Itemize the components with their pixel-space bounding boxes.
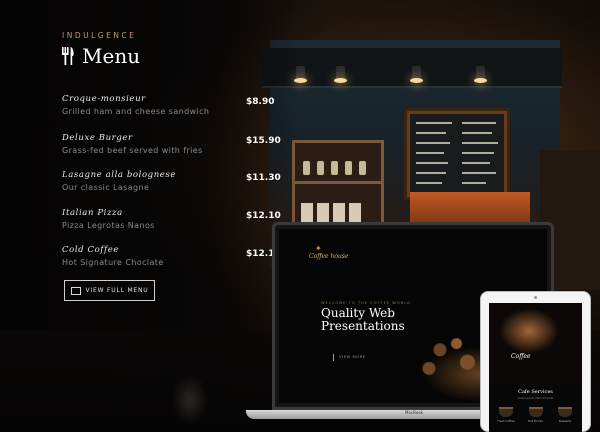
menu-item: Deluxe Burger Grass-fed beef served with… — [62, 133, 274, 155]
tablet-display: Coffee Cafe Services Lorem ipsum dolor s… — [489, 303, 582, 432]
menu-item-description: Pizza Legrotas Nanos — [62, 221, 155, 230]
menu-item: Lasagne alla bolognese Our classic Lasag… — [62, 170, 274, 192]
steam-decoration — [150, 360, 230, 432]
laptop-cta: VIEW MORE — [333, 354, 366, 361]
service-card: Desserts — [554, 407, 576, 423]
menu-item-price: $11.30 — [246, 173, 281, 183]
menu-item-description: Our classic Lasagne — [62, 183, 150, 192]
tablet-section-title: Cafe Services — [518, 389, 553, 395]
tablet-service-cards: Fresh Coffee Hot Drinks Desserts — [495, 407, 576, 423]
page-title: Menu — [82, 44, 141, 68]
section-kicker: INDULGENCE — [62, 31, 137, 40]
service-card: Fresh Coffee — [495, 407, 517, 423]
service-card: Hot Drinks — [525, 407, 547, 423]
laptop-kicker: WELCOME TO THE COFFEE WORLD — [321, 301, 411, 305]
laptop-headline: Quality Web Presentations — [321, 306, 405, 333]
menu-item-description: Grass-fed beef served with fries — [62, 146, 203, 155]
coffee-shelf — [292, 140, 384, 232]
view-full-menu-button[interactable]: VIEW FULL MENU — [64, 280, 155, 301]
menu-book-icon — [70, 286, 81, 295]
chalkboard-menu — [404, 108, 510, 200]
service-card-label: Hot Drinks — [528, 419, 543, 423]
tablet-hero-image — [489, 303, 582, 385]
camera-icon — [534, 296, 537, 299]
menu-item-description: Grilled ham and cheese sandwich — [62, 107, 210, 116]
menu-item: Cold Coffee Hot Signature Choclate — [62, 245, 274, 267]
laptop-site-logo: Coffee house — [309, 253, 349, 260]
menu-heading: Menu — [62, 44, 140, 68]
hero-section: INDULGENCE Menu Croque-monsieur Grilled … — [0, 0, 600, 432]
menu-item-name: Cold Coffee — [62, 245, 120, 255]
menu-item: Croque-monsieur Grilled ham and cheese s… — [62, 94, 274, 116]
fork-knife-icon — [62, 47, 74, 65]
menu-item-name: Deluxe Burger — [62, 133, 133, 143]
menu-item-name: Lasagne alla bolognese — [62, 170, 176, 180]
menu-item-price: $8.90 — [246, 97, 275, 107]
menu-item-price: $12.10 — [246, 211, 281, 221]
spotlight-icon — [334, 66, 347, 83]
tablet-mockup: Coffee Cafe Services Lorem ipsum dolor s… — [480, 291, 591, 432]
menu-item: Italian Pizza Pizza Legrotas Nanos — [62, 208, 274, 230]
tablet-section-subtitle: Lorem ipsum dolor sit amet — [517, 397, 554, 400]
service-card-label: Desserts — [558, 419, 572, 423]
spotlight-icon — [474, 66, 487, 83]
tablet-script-text: Coffee — [511, 353, 531, 360]
coffee-bean-icon: ✦ — [315, 244, 322, 253]
coffee-cup-icon — [528, 407, 543, 417]
cafe-counter — [410, 192, 530, 226]
service-card-label: Fresh Coffee — [497, 419, 515, 423]
spotlight-icon — [410, 66, 423, 83]
coffee-cup-icon — [499, 407, 513, 417]
view-full-menu-label: VIEW FULL MENU — [85, 287, 149, 294]
menu-item-name: Croque-monsieur — [62, 94, 146, 104]
menu-item-name: Italian Pizza — [62, 208, 123, 218]
coffee-cup-icon — [558, 407, 572, 417]
menu-item-description: Hot Signature Choclate — [62, 258, 164, 267]
menu-item-price: $15.90 — [246, 136, 281, 146]
